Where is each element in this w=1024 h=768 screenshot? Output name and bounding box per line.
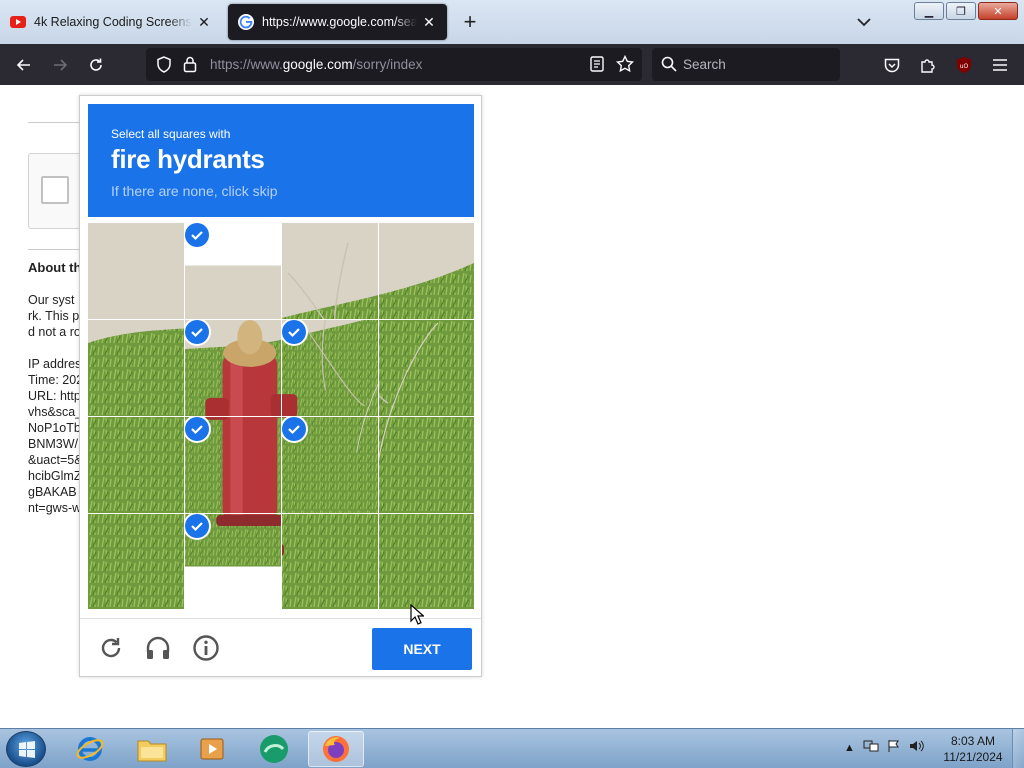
about-body-text: Our syst rk. This p d not a ro IP addres… xyxy=(28,293,84,515)
internet-explorer-icon[interactable] xyxy=(62,731,118,767)
checkmark-icon xyxy=(185,320,209,344)
recaptcha-checkbox[interactable] xyxy=(41,176,69,204)
shield-icon[interactable] xyxy=(156,56,172,78)
search-field[interactable]: Search xyxy=(652,48,840,81)
captcha-tile[interactable] xyxy=(282,417,378,513)
captcha-tile-image xyxy=(88,514,184,609)
reload-challenge-icon[interactable] xyxy=(96,633,126,663)
action-center-flag-icon[interactable] xyxy=(887,739,901,756)
mouse-cursor-icon xyxy=(410,603,426,631)
captcha-tile[interactable] xyxy=(185,320,281,416)
captcha-tile[interactable] xyxy=(185,514,281,610)
restore-button[interactable]: ❐ xyxy=(946,2,976,20)
captcha-target-object: fire hydrants xyxy=(111,144,265,174)
close-window-button[interactable]: ✕ xyxy=(978,2,1018,20)
window-controls: ▁ ❐ ✕ xyxy=(914,2,1018,20)
captcha-tile-image xyxy=(282,514,378,609)
tab-youtube[interactable]: 4k Relaxing Coding Screensaver ✕ xyxy=(0,4,222,40)
captcha-tile[interactable] xyxy=(282,320,378,416)
show-hidden-icons-icon[interactable]: ▲ xyxy=(844,742,855,754)
google-icon xyxy=(238,14,254,30)
captcha-tile-image xyxy=(379,514,474,609)
taskbar-clock[interactable]: 8:03 AM 11/21/2024 xyxy=(930,733,1016,765)
info-icon[interactable] xyxy=(191,633,221,663)
network-icon[interactable] xyxy=(863,739,879,756)
extensions-puzzle-icon[interactable] xyxy=(915,52,941,78)
captcha-tile-image xyxy=(379,320,474,416)
captcha-tile[interactable] xyxy=(379,417,475,513)
firefox-taskbar-button[interactable] xyxy=(308,731,364,767)
list-all-tabs-chevron-icon[interactable] xyxy=(852,12,876,32)
captcha-tile[interactable] xyxy=(379,320,475,416)
captcha-tile-image xyxy=(88,417,184,513)
tab-title: 4k Relaxing Coding Screensaver xyxy=(34,15,192,29)
audio-challenge-headphones-icon[interactable] xyxy=(143,633,173,663)
back-arrow-icon[interactable] xyxy=(11,52,37,78)
svg-text:uO: uO xyxy=(960,63,969,70)
captcha-tile-image xyxy=(379,417,474,513)
captcha-tile[interactable] xyxy=(282,514,378,610)
captcha-instruction: Select all squares with xyxy=(111,127,231,141)
tab-google[interactable]: https://www.google.com/search ✕ xyxy=(228,4,447,40)
ublock-origin-icon[interactable]: uO xyxy=(951,52,977,78)
bookmark-star-icon[interactable] xyxy=(615,54,635,78)
search-placeholder: Search xyxy=(683,57,726,72)
captcha-tile[interactable] xyxy=(88,417,184,513)
close-tab-icon[interactable]: ✕ xyxy=(421,14,437,31)
app-green-orb-icon[interactable] xyxy=(246,731,302,767)
pocket-icon[interactable] xyxy=(879,52,905,78)
captcha-tile-image xyxy=(88,223,184,319)
captcha-header: Select all squares with fire hydrants If… xyxy=(88,104,474,217)
captcha-tile[interactable] xyxy=(379,514,475,610)
forward-arrow-icon[interactable] xyxy=(47,52,73,78)
checkmark-icon xyxy=(282,320,306,344)
windows-logo-icon xyxy=(19,741,35,758)
checkmark-icon xyxy=(282,417,306,441)
captcha-challenge-dialog: Select all squares with fire hydrants If… xyxy=(79,95,482,677)
reader-view-icon[interactable] xyxy=(590,56,604,77)
lock-icon[interactable] xyxy=(183,56,197,78)
captcha-tile-image xyxy=(379,223,474,319)
clock-time: 8:03 AM xyxy=(950,734,996,748)
youtube-icon xyxy=(10,14,26,30)
new-tab-button[interactable]: + xyxy=(458,8,482,36)
captcha-tile[interactable] xyxy=(185,417,281,513)
url-text: https://www.google.com/sorry/index xyxy=(210,57,423,72)
captcha-tile[interactable] xyxy=(282,223,378,319)
captcha-tile[interactable] xyxy=(88,514,184,610)
media-player-icon[interactable] xyxy=(184,731,240,767)
tab-strip: 4k Relaxing Coding Screensaver ✕ https:/… xyxy=(0,0,1024,44)
minimize-button[interactable]: ▁ xyxy=(914,2,944,20)
captcha-tile[interactable] xyxy=(88,320,184,416)
file-explorer-icon[interactable] xyxy=(124,731,180,767)
address-bar[interactable]: https://www.google.com/sorry/index xyxy=(146,48,642,81)
navigation-toolbar: https://www.google.com/sorry/index Searc… xyxy=(0,44,1024,85)
hamburger-menu-icon[interactable] xyxy=(987,52,1013,78)
captcha-hint: If there are none, click skip xyxy=(111,183,278,199)
system-tray: ▲ xyxy=(844,739,925,756)
clock-date: 11/21/2024 xyxy=(943,750,1003,764)
captcha-tile-image xyxy=(282,223,378,319)
captcha-tile-image xyxy=(185,265,281,319)
firefox-icon xyxy=(323,736,349,762)
tab-title: https://www.google.com/search xyxy=(262,15,417,29)
captcha-tile[interactable] xyxy=(185,223,281,319)
checkmark-icon xyxy=(185,514,209,538)
show-desktop-button[interactable] xyxy=(1012,729,1024,768)
reload-icon[interactable] xyxy=(83,52,109,78)
search-icon xyxy=(661,56,677,77)
checkmark-icon xyxy=(185,417,209,441)
captcha-tile-image xyxy=(88,320,184,416)
next-button[interactable]: NEXT xyxy=(372,628,472,670)
checkmark-icon xyxy=(185,223,209,247)
about-heading: About th xyxy=(28,260,82,275)
close-tab-icon[interactable]: ✕ xyxy=(196,14,212,31)
captcha-tile[interactable] xyxy=(379,223,475,319)
windows-taskbar: ▲ 8:03 AM 11/21/2024 xyxy=(0,728,1024,768)
captcha-image-grid xyxy=(88,223,474,609)
start-button[interactable] xyxy=(6,731,46,767)
captcha-tile[interactable] xyxy=(88,223,184,319)
volume-icon[interactable] xyxy=(909,739,925,756)
